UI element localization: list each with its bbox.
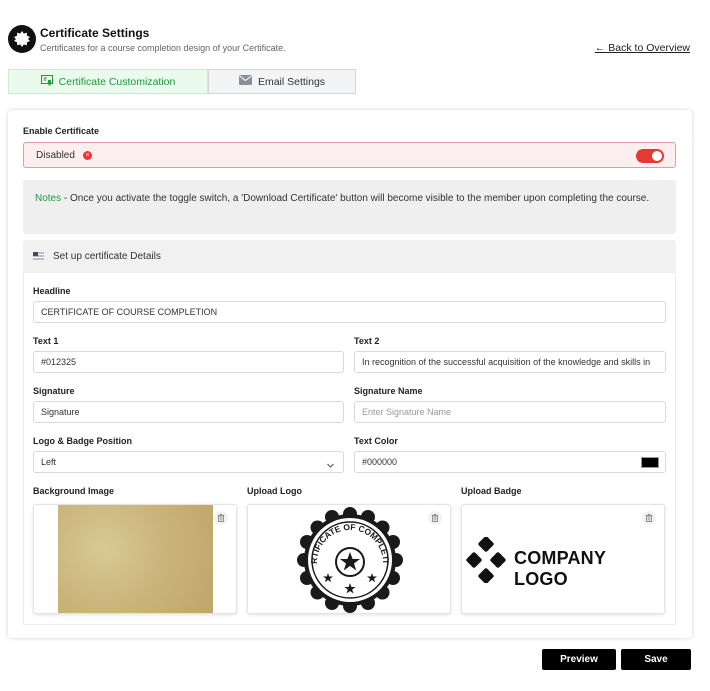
save-button[interactable]: Save: [621, 649, 691, 670]
preview-button[interactable]: Preview: [542, 649, 616, 670]
tab-email-settings[interactable]: Email Settings: [208, 69, 356, 94]
logo-position-label: Logo & Badge Position: [33, 436, 132, 446]
tab-label: Email Settings: [257, 75, 326, 88]
upload-logo-label: Upload Logo: [247, 486, 302, 496]
text-color-input[interactable]: #000000: [354, 451, 666, 473]
section-header: Set up certificate Details: [23, 240, 676, 273]
certificate-badge-icon: [8, 25, 36, 53]
enable-certificate-bar: Disabled ×: [23, 142, 676, 168]
notes-label: Notes: [35, 193, 62, 204]
upload-badge-box[interactable]: COMPANY LOGO: [461, 504, 665, 614]
certificate-seal-icon: CERTIFICATE OF COMPLETION: [295, 505, 403, 613]
chevron-down-icon: [326, 457, 335, 472]
upload-badge-label: Upload Badge: [461, 486, 522, 496]
status-text: Disabled: [36, 150, 75, 161]
background-image-label: Background Image: [33, 486, 115, 496]
company-logo-text: COMPANY LOGO: [514, 548, 606, 589]
trash-icon[interactable]: [214, 511, 228, 525]
page-title: Certificate Settings: [40, 26, 150, 40]
back-to-overview-link[interactable]: ← Back to Overview: [595, 42, 690, 54]
notes-box: Notes - Once you activate the toggle swi…: [23, 180, 676, 234]
logo-position-value: Left: [41, 457, 57, 467]
notes-text: - Once you activate the toggle switch, a…: [61, 193, 650, 204]
trash-icon[interactable]: [642, 511, 656, 525]
section-title: Set up certificate Details: [53, 251, 161, 262]
text-color-label: Text Color: [354, 436, 398, 446]
headline-label: Headline: [33, 286, 71, 296]
background-image-preview: [58, 505, 213, 613]
text-color-value: #000000: [362, 457, 398, 467]
logo-position-select[interactable]: Left: [33, 451, 344, 473]
signature-name-input[interactable]: [354, 401, 666, 423]
trash-icon[interactable]: [428, 511, 442, 525]
flag-icon: [33, 252, 44, 263]
close-circle-icon: ×: [83, 151, 92, 160]
tab-certificate-customization[interactable]: Certificate Customization: [8, 69, 208, 94]
envelope-icon: [238, 75, 252, 88]
enable-certificate-toggle[interactable]: [636, 149, 664, 163]
certificate-icon: [40, 74, 53, 89]
page-subtitle: Certificates for a course completion des…: [40, 43, 286, 53]
company-logo-diamonds-icon: [466, 537, 506, 583]
enable-certificate-label: Enable Certificate: [23, 126, 100, 136]
text1-input[interactable]: #012325: [33, 351, 344, 373]
background-image-upload[interactable]: [33, 504, 237, 614]
tab-label: Certificate Customization: [58, 75, 176, 88]
text1-label: Text 1: [33, 336, 59, 346]
signature-input[interactable]: Signature: [33, 401, 344, 423]
text2-input[interactable]: In recognition of the successful acquisi…: [354, 351, 666, 373]
toggle-knob: [652, 151, 662, 161]
text2-label: Text 2: [354, 336, 380, 346]
upload-logo-box[interactable]: CERTIFICATE OF COMPLETION: [247, 504, 451, 614]
color-swatch[interactable]: [641, 457, 659, 468]
headline-input[interactable]: CERTIFICATE OF COURSE COMPLETION: [33, 301, 666, 323]
signature-label: Signature: [33, 386, 75, 396]
signature-name-label: Signature Name: [354, 386, 423, 396]
